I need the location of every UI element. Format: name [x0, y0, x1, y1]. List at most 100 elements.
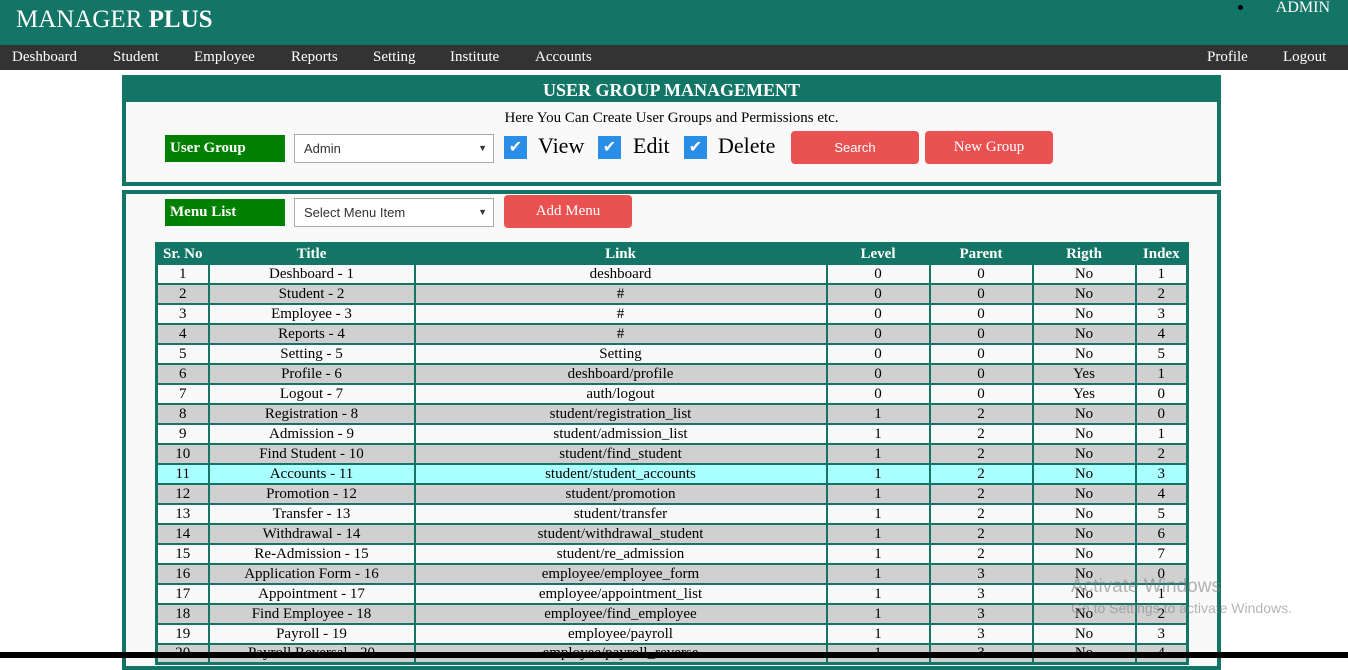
table-row[interactable]: 18 Find Employee - 18 employee/find_employ… [155, 602, 1189, 625]
table-cell: No [1031, 542, 1137, 565]
table-row[interactable]: 17 Appointment - 17 employee/appointment_l… [155, 582, 1189, 605]
table-cell: 16 [155, 562, 210, 585]
table-cell: employee/employee_form [413, 562, 828, 585]
table-row[interactable]: 11 Accounts - 11 student/student_accounts 1… [155, 462, 1189, 485]
table-cell: 2 [928, 402, 1034, 425]
user-group-value: Admin [304, 141, 341, 156]
nav-profile[interactable]: Profile [1207, 49, 1248, 66]
table-cell: # [413, 322, 828, 345]
table-cell: 18 [155, 602, 210, 625]
column-header: Sr. No [155, 242, 210, 265]
brand-name: MANAGER [16, 6, 143, 33]
add-menu-button[interactable]: Add Menu [504, 195, 632, 228]
table-row[interactable]: 8 Registration - 8 student/registration_li… [155, 402, 1189, 425]
table-cell: 6 [155, 362, 210, 385]
table-cell: No [1031, 302, 1137, 325]
table-cell: Logout - 7 [207, 382, 416, 405]
table-row[interactable]: 12 Promotion - 12 student/promotion 1 2 No 4 [155, 482, 1189, 505]
view-checkbox[interactable]: ✔ [504, 136, 527, 159]
table-cell: 0 [928, 322, 1034, 345]
table-row[interactable]: 1 Deshboard - 1 deshboard 0 0 No 1 [155, 262, 1189, 285]
nav-logout[interactable]: Logout [1283, 49, 1326, 66]
table-cell: 5 [1134, 342, 1189, 365]
menu-item-select[interactable]: Select Menu Item ▼ [294, 198, 494, 227]
nav-deshboard[interactable]: Deshboard [12, 49, 77, 66]
table-cell: 3 [1134, 302, 1189, 325]
table-cell: No [1031, 482, 1137, 505]
table-cell: No [1031, 622, 1137, 645]
table-cell: Application Form - 16 [207, 562, 416, 585]
new-group-button[interactable]: New Group [925, 131, 1053, 164]
user-group-label: User Group [165, 135, 285, 162]
view-label: View [538, 133, 585, 158]
table-row[interactable]: 3 Employee - 3 #0 0 No 3 [155, 302, 1189, 325]
table-cell: 14 [155, 522, 210, 545]
table-cell: 1 [825, 422, 931, 445]
user-group-panel: USER GROUP MANAGEMENT Here You Can Creat… [122, 75, 1221, 186]
table-row[interactable]: 16 Application Form - 16 employee/employee… [155, 562, 1189, 585]
table-cell: 0 [1134, 382, 1189, 405]
delete-checkbox[interactable]: ✔ [684, 136, 707, 159]
column-header: Title [207, 242, 416, 265]
table-row[interactable]: 14 Withdrawal - 14 student/withdrawal_stud… [155, 522, 1189, 545]
table-row[interactable]: 2 Student - 2 #0 0 No 2 [155, 282, 1189, 305]
brand-logo[interactable]: MANAGER PLUS [16, 6, 213, 34]
table-cell: 0 [825, 362, 931, 385]
table-cell: No [1031, 422, 1137, 445]
table-row[interactable]: 19 Payroll - 19 employee/payroll 1 3 No 3 [155, 622, 1189, 645]
nav-reports[interactable]: Reports [291, 49, 338, 66]
table-cell: 12 [155, 482, 210, 505]
table-cell: 7 [155, 382, 210, 405]
table-cell: Promotion - 12 [207, 482, 416, 505]
brand-name-bold: PLUS [148, 6, 213, 33]
table-cell: 0 [928, 302, 1034, 325]
table-row[interactable]: 6 Profile - 6 deshboard/profile 0 0 Yes 1 [155, 362, 1189, 385]
table-cell: Find Employee - 18 [207, 602, 416, 625]
table-cell: 15 [155, 542, 210, 565]
table-cell: Accounts - 11 [207, 462, 416, 485]
page-title: USER GROUP MANAGEMENT [126, 79, 1217, 102]
table-cell: Find Student - 10 [207, 442, 416, 465]
table-cell: No [1031, 522, 1137, 545]
table-row[interactable]: 13 Transfer - 13 student/transfer 1 2 No 5 [155, 502, 1189, 525]
user-group-select[interactable]: Admin ▼ [294, 134, 494, 163]
table-cell: 2 [928, 462, 1034, 485]
panel-subtitle: Here You Can Create User Groups and Perm… [504, 110, 839, 126]
table-cell: 2 [1134, 442, 1189, 465]
table-row[interactable]: 7 Logout - 7 auth/logout 0 0 Yes 0 [155, 382, 1189, 405]
nav-student[interactable]: Student [113, 49, 159, 66]
table-cell: 0 [928, 282, 1034, 305]
table-cell: 0 [928, 342, 1034, 365]
table-cell: 3 [1134, 462, 1189, 485]
table-cell: No [1031, 262, 1137, 285]
table-cell: 2 [928, 522, 1034, 545]
table-row[interactable]: 10 Find Student - 10 student/find_student 1… [155, 442, 1189, 465]
chevron-down-icon: ▼ [478, 143, 487, 153]
nav-institute[interactable]: Institute [450, 49, 499, 66]
table-cell: 1 [825, 542, 931, 565]
taskbar [0, 652, 1348, 658]
table-cell: auth/logout [413, 382, 828, 405]
table-cell: 9 [155, 422, 210, 445]
table-cell: 2 [155, 282, 210, 305]
search-button[interactable]: Search [791, 131, 919, 164]
nav-accounts[interactable]: Accounts [535, 49, 592, 66]
table-cell: # [413, 282, 828, 305]
table-cell: 5 [155, 342, 210, 365]
nav-employee[interactable]: Employee [194, 49, 255, 66]
table-cell: No [1031, 282, 1137, 305]
table-cell: 2 [928, 542, 1034, 565]
table-cell: No [1031, 342, 1137, 365]
table-cell: 13 [155, 502, 210, 525]
table-row[interactable]: 9 Admission - 9 student/admission_list 1 2 No… [155, 422, 1189, 445]
table-row[interactable]: 4 Reports - 4 #0 0 No 4 [155, 322, 1189, 345]
table-cell: 1 [1134, 422, 1189, 445]
table-cell: Admission - 9 [207, 422, 416, 445]
edit-checkbox[interactable]: ✔ [598, 136, 621, 159]
table-cell: 0 [825, 302, 931, 325]
nav-setting[interactable]: Setting [373, 49, 416, 66]
table-row[interactable]: 15 Re-Admission - 15 student/re_admission 1… [155, 542, 1189, 565]
table-cell: No [1031, 442, 1137, 465]
table-row[interactable]: 5 Setting - 5 Setting 0 0 No 5 [155, 342, 1189, 365]
user-name[interactable]: ADMIN [1276, 0, 1330, 17]
